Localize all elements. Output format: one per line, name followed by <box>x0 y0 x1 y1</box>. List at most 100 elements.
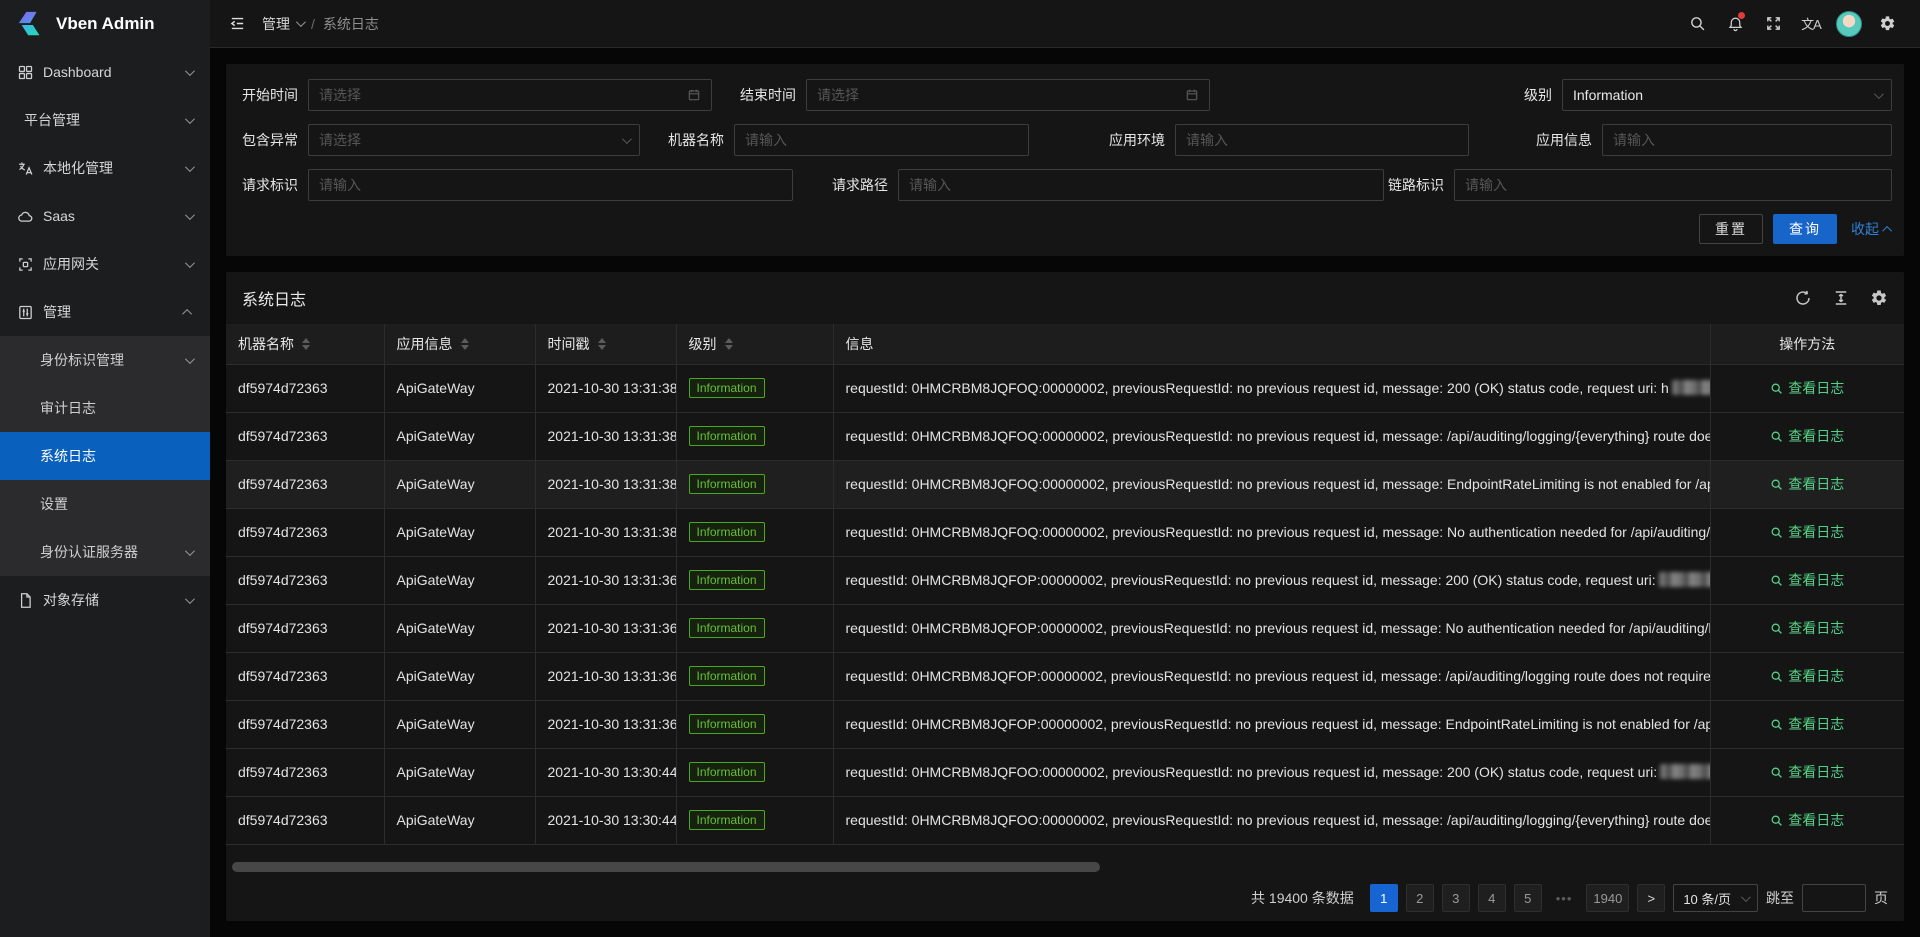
pagination-ellipsis: ••• <box>1550 884 1579 912</box>
column-settings-icon[interactable] <box>1870 289 1888 307</box>
avatar[interactable] <box>1830 0 1868 48</box>
refresh-icon[interactable] <box>1794 289 1812 307</box>
sidebar-item-gateway[interactable]: 应用网关 <box>0 240 210 288</box>
app-logo[interactable]: Vben Admin <box>0 0 210 48</box>
cell-machine-name: df5974d72363 <box>226 412 384 460</box>
sidebar-item-system-log[interactable]: 系统日志 <box>0 432 210 480</box>
sidebar-item-settings[interactable]: 设置 <box>0 480 210 528</box>
pagination-total: 共 19400 条数据 <box>1251 888 1354 908</box>
column-header-0[interactable]: 机器名称 <box>226 324 384 364</box>
request-id-input[interactable] <box>319 177 782 193</box>
page-button-3[interactable]: 3 <box>1442 884 1470 912</box>
start-time-datepicker[interactable] <box>308 79 712 111</box>
view-log-button[interactable]: 查看日志 <box>1770 666 1844 686</box>
search-icon[interactable] <box>1678 0 1716 48</box>
view-log-button[interactable]: 查看日志 <box>1770 426 1844 446</box>
reset-button[interactable]: 重置 <box>1699 214 1763 244</box>
view-log-button[interactable]: 查看日志 <box>1770 522 1844 542</box>
view-log-button[interactable]: 查看日志 <box>1770 618 1844 638</box>
sidebar-item-auth-server[interactable]: 身份认证服务器 <box>0 528 210 576</box>
view-log-label: 查看日志 <box>1788 522 1844 542</box>
app-info-field[interactable] <box>1602 124 1892 156</box>
collapse-filter-link[interactable]: 收起 <box>1851 219 1892 239</box>
view-log-button[interactable]: 查看日志 <box>1770 714 1844 734</box>
search-button[interactable]: 查询 <box>1773 214 1837 244</box>
settings-icon[interactable] <box>1868 0 1906 48</box>
cell-message: requestId: 0HMCRBM8JQFOO:00000002, previ… <box>833 796 1710 844</box>
breadcrumb-section[interactable]: 管理 <box>262 14 303 34</box>
sort-icon[interactable] <box>598 338 606 350</box>
sidebar-fold-icon[interactable] <box>222 9 252 39</box>
page-button-1940[interactable]: 1940 <box>1586 884 1629 912</box>
message-text: requestId: 0HMCRBM8JQFOQ:00000002, previ… <box>846 380 1669 396</box>
level-tag: Information <box>689 378 765 398</box>
machine-name-input[interactable] <box>745 132 1018 148</box>
next-page-button[interactable]: > <box>1637 884 1665 912</box>
view-log-button[interactable]: 查看日志 <box>1770 474 1844 494</box>
page-button-4[interactable]: 4 <box>1478 884 1506 912</box>
trace-id-input[interactable] <box>1465 177 1881 193</box>
page-button-1[interactable]: 1 <box>1370 884 1398 912</box>
page-size-select[interactable]: 10 条/页 <box>1673 884 1758 912</box>
cell-machine-name: df5974d72363 <box>226 652 384 700</box>
row-height-icon[interactable] <box>1832 289 1850 307</box>
sidebar-item-audit-log[interactable]: 审计日志 <box>0 384 210 432</box>
sort-icon[interactable] <box>302 338 310 350</box>
cell-machine-name: df5974d72363 <box>226 748 384 796</box>
view-log-button[interactable]: 查看日志 <box>1770 570 1844 590</box>
fullscreen-icon[interactable] <box>1754 0 1792 48</box>
machine-name-field[interactable] <box>734 124 1029 156</box>
view-log-button[interactable]: 查看日志 <box>1770 378 1844 398</box>
field-end-time: 结束时间 <box>736 79 1210 111</box>
request-path-input[interactable] <box>909 177 1373 193</box>
request-id-label: 请求标识 <box>238 175 308 195</box>
column-header-3[interactable]: 级别 <box>676 324 833 364</box>
redacted-blur <box>1659 572 1710 587</box>
cell-message: requestId: 0HMCRBM8JQFOP:00000002, previ… <box>833 652 1710 700</box>
sidebar-item-identity-management[interactable]: 身份标识管理 <box>0 336 210 384</box>
message-text: requestId: 0HMCRBM8JQFOP:00000002, previ… <box>846 572 1656 588</box>
sort-icon[interactable] <box>461 338 469 350</box>
end-time-datepicker[interactable] <box>806 79 1210 111</box>
page-button-5[interactable]: 5 <box>1514 884 1542 912</box>
message-text: requestId: 0HMCRBM8JQFOO:00000002, previ… <box>846 764 1658 780</box>
cell-app-info: ApiGateWay <box>384 796 535 844</box>
column-header-1[interactable]: 应用信息 <box>384 324 535 364</box>
level-select[interactable]: Information <box>1562 79 1892 111</box>
sidebar-item-platform[interactable]: 平台管理 <box>0 96 210 144</box>
page-button-2[interactable]: 2 <box>1406 884 1434 912</box>
request-path-field[interactable] <box>898 169 1384 201</box>
app-info-input[interactable] <box>1613 132 1881 148</box>
sidebar-item-label: Saas <box>43 208 185 224</box>
app-env-input[interactable] <box>1186 132 1458 148</box>
bell-icon[interactable] <box>1716 0 1754 48</box>
cell-level: Information <box>676 604 833 652</box>
end-time-input[interactable] <box>817 87 1179 103</box>
message-text: requestId: 0HMCRBM8JQFOP:00000002, previ… <box>846 620 1711 636</box>
jump-suffix-label: 页 <box>1874 888 1888 908</box>
sidebar-item-dashboard[interactable]: Dashboard <box>0 48 210 96</box>
trace-id-field[interactable] <box>1454 169 1892 201</box>
translate-icon[interactable]: 文A <box>1792 0 1830 48</box>
has-exception-placeholder: 请选择 <box>319 130 616 150</box>
horizontal-scrollbar[interactable] <box>230 861 1900 873</box>
sidebar-menu: Dashboard平台管理本地化管理 Saas 应用网关管理身份标识管理审计日志系统… <box>0 48 210 937</box>
page-jump-input[interactable] <box>1802 884 1866 912</box>
redacted-blur <box>1672 380 1710 395</box>
view-log-button[interactable]: 查看日志 <box>1770 762 1844 782</box>
end-time-label: 结束时间 <box>736 85 806 105</box>
request-id-field[interactable] <box>308 169 793 201</box>
start-time-input[interactable] <box>319 87 681 103</box>
chevron-down-icon <box>185 66 195 76</box>
sidebar-item-object-storage[interactable]: 对象存储 <box>0 576 210 624</box>
sidebar-item-localization[interactable]: 本地化管理 <box>0 144 210 192</box>
column-header-2[interactable]: 时间戳 <box>535 324 676 364</box>
has-exception-select[interactable]: 请选择 <box>308 124 640 156</box>
app-env-field[interactable] <box>1175 124 1469 156</box>
sidebar-item-manage[interactable]: 管理 <box>0 288 210 336</box>
view-log-button[interactable]: 查看日志 <box>1770 810 1844 830</box>
sidebar-item-saas[interactable]: Saas <box>0 192 210 240</box>
sort-icon[interactable] <box>725 338 733 350</box>
scrollbar-thumb[interactable] <box>232 862 1100 872</box>
cell-machine-name: df5974d72363 <box>226 508 384 556</box>
